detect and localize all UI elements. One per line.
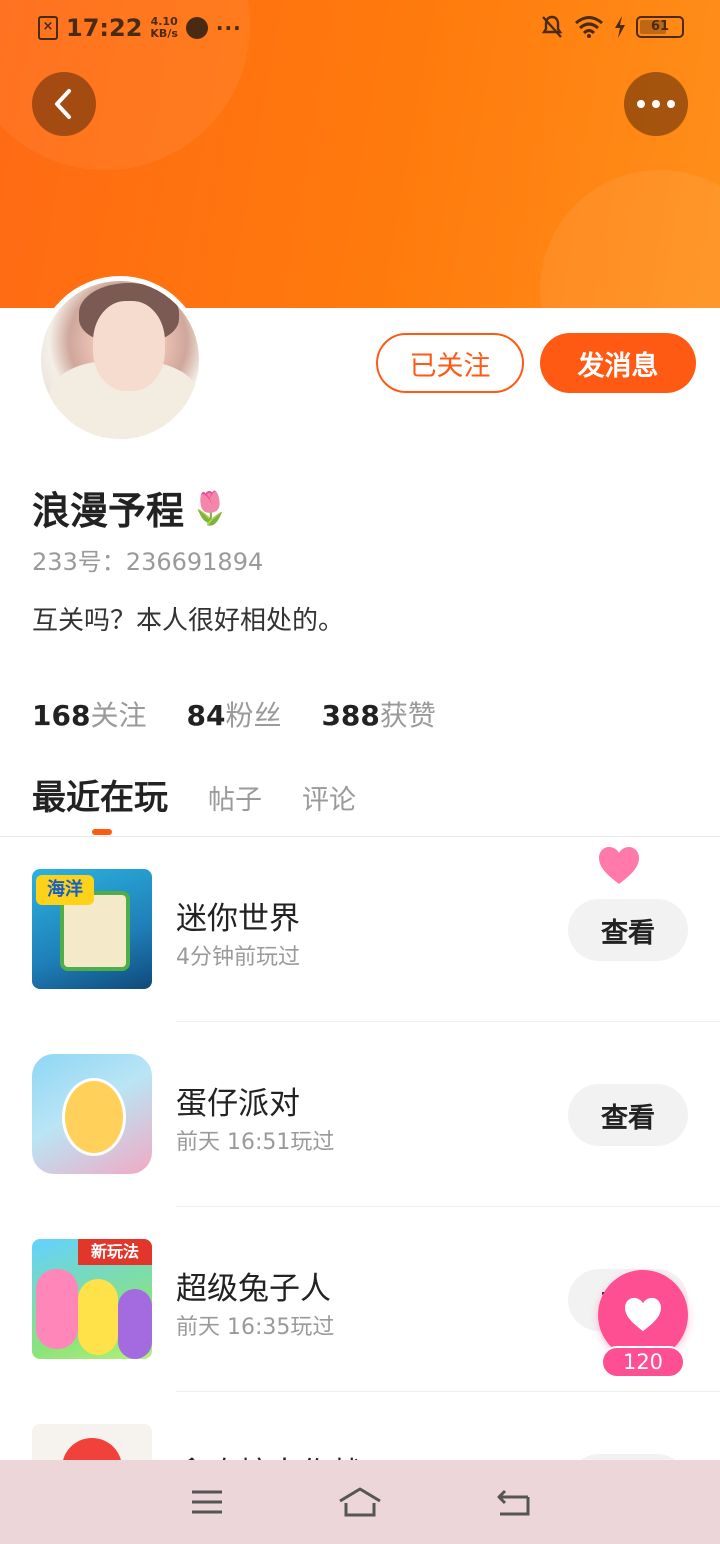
- username: 浪漫予程 🌷: [32, 480, 230, 535]
- view-button[interactable]: 查看: [568, 1084, 688, 1146]
- stat-fans[interactable]: 84粉丝: [186, 694, 281, 734]
- tab-posts[interactable]: 帖子: [208, 778, 262, 819]
- profile-tabs: 最近在玩 帖子 评论: [32, 770, 356, 819]
- active-tab-indicator: [92, 829, 112, 835]
- nav-home-button[interactable]: [325, 1472, 395, 1532]
- status-time: 17:22: [66, 14, 143, 42]
- game-name: 蛋仔派对: [176, 1086, 300, 1122]
- game-played-time: 4分钟前玩过: [176, 945, 300, 970]
- game-icon-mini-world[interactable]: 海洋: [32, 869, 152, 989]
- heart-icon: [625, 1297, 661, 1332]
- tab-recently-played[interactable]: 最近在玩: [32, 770, 168, 819]
- like-count-badge: 120: [601, 1346, 685, 1378]
- return-icon: [497, 1489, 530, 1516]
- game-played-time: 前天 16:35玩过: [176, 1315, 335, 1340]
- no-sim-icon: ×: [38, 16, 58, 40]
- nav-menu-button[interactable]: [172, 1472, 242, 1532]
- network-speed: 4.10 KB/s: [150, 16, 177, 40]
- home-icon: [339, 1487, 381, 1517]
- more-notifications-icon: ···: [215, 16, 242, 40]
- tab-comments[interactable]: 评论: [302, 778, 356, 819]
- charging-icon: [615, 16, 625, 38]
- banner-decoration: [540, 170, 720, 308]
- icon-tag: 海洋: [36, 875, 94, 905]
- game-name: 迷你世界: [176, 901, 300, 937]
- row-divider: [176, 1391, 720, 1392]
- user-id: 233号：236691894: [32, 548, 264, 576]
- profile-banner: × 17:22 4.10 KB/s ··· 61: [0, 0, 720, 308]
- stat-value: 388: [321, 699, 380, 732]
- status-bar: × 17:22 4.10 KB/s ··· 61: [0, 0, 720, 56]
- nav-back-button[interactable]: [478, 1472, 548, 1532]
- user-bio: 互关吗？本人很好相处的。: [32, 606, 345, 636]
- wifi-icon: [575, 16, 603, 38]
- more-button[interactable]: [624, 72, 688, 136]
- stat-label: 关注: [90, 699, 147, 732]
- stat-label: 获赞: [379, 699, 436, 732]
- system-nav-bar: [0, 1460, 720, 1544]
- row-divider: [176, 1206, 720, 1207]
- battery-icon: 61: [636, 16, 684, 38]
- profile-page: × 17:22 4.10 KB/s ··· 61 已关注 发消息 浪漫予程 🌷 …: [0, 0, 720, 1544]
- stat-value: 168: [32, 699, 91, 732]
- stat-likes[interactable]: 388获赞: [321, 694, 435, 734]
- list-item[interactable]: 蛋仔派对 前天 16:51玩过 查看: [0, 1054, 720, 1239]
- row-divider: [176, 1021, 720, 1022]
- stat-following[interactable]: 168关注: [32, 694, 146, 734]
- menu-icon: [191, 1490, 222, 1514]
- stat-value: 84: [186, 699, 226, 732]
- more-dots-icon: [637, 100, 675, 108]
- send-message-button[interactable]: 发消息: [540, 333, 696, 393]
- battery-level: 61: [650, 19, 670, 34]
- stat-label: 粉丝: [225, 699, 282, 732]
- profile-stats: 168关注 84粉丝 388获赞: [32, 694, 436, 734]
- list-item[interactable]: 海洋 迷你世界 4分钟前玩过 查看: [0, 869, 720, 1054]
- game-icon-eggy-party[interactable]: [32, 1054, 152, 1174]
- icon-tag: 新玩法: [78, 1239, 152, 1265]
- mute-bell-icon: [541, 15, 563, 38]
- followed-button[interactable]: 已关注: [376, 333, 524, 393]
- game-played-time: 前天 16:51玩过: [176, 1130, 335, 1155]
- game-name: 超级兔子人: [176, 1271, 331, 1307]
- avatar[interactable]: [36, 276, 204, 444]
- game-icon-super-bunny-man[interactable]: 新玩法: [32, 1239, 152, 1359]
- back-button[interactable]: [32, 72, 96, 136]
- speed-unit: KB/s: [150, 27, 178, 40]
- app-notification-icon: [185, 17, 208, 39]
- chevron-left-icon: [55, 89, 71, 119]
- tulip-emoji: 🌷: [190, 488, 230, 527]
- view-button[interactable]: 查看: [568, 899, 688, 961]
- username-text: 浪漫予程: [32, 489, 185, 533]
- tabs-divider: [0, 836, 720, 837]
